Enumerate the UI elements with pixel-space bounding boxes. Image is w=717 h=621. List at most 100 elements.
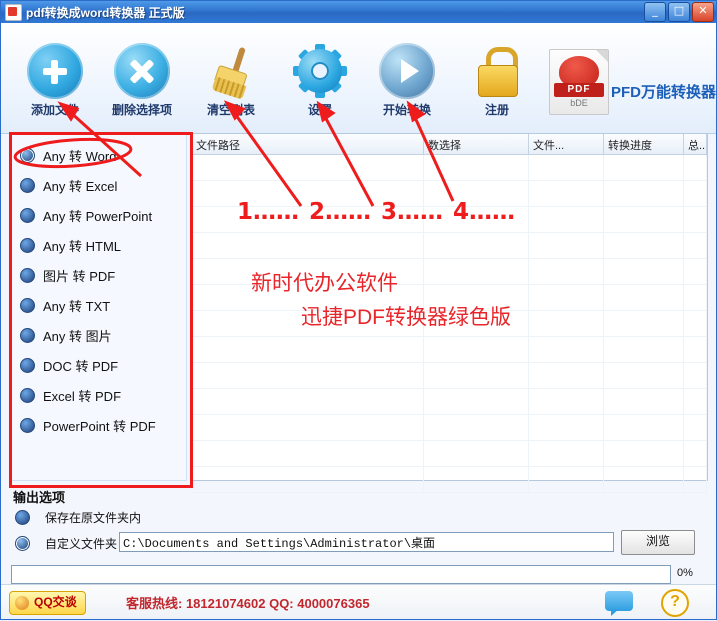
application-window: pdf转换成word转换器 正式版 _ □ ✕ 添加文件 删除选择项 清空列表 [0,0,717,620]
toolbar-button-clear-list[interactable]: 清空列表 [183,43,279,118]
format-option-any-to-powerpoint[interactable]: Any 转 PowerPoint [20,200,186,230]
output-path-input[interactable] [119,532,614,552]
table-row[interactable] [192,337,707,363]
help-icon[interactable]: ? [661,589,689,617]
add-circle-icon [27,43,83,99]
file-list[interactable]: 文件路径 数选择 文件... 转换进度 总... [191,133,708,493]
radio-icon[interactable] [20,267,35,283]
radio-icon[interactable] [20,327,35,343]
radio-icon[interactable] [20,357,35,373]
chat-icon[interactable] [605,591,633,616]
format-label: DOC 转 PDF [43,358,119,374]
main-area: Any 转 Word Any 转 Excel Any 转 PowerPoint … [1,133,716,493]
format-label: Any 转 Word [43,148,117,164]
radio-icon[interactable] [20,297,35,313]
column-header-progress[interactable]: 转换进度 [604,134,684,154]
toolbar-label-start-convert: 开始转换 [382,103,431,117]
table-row[interactable] [192,311,707,337]
table-row[interactable] [192,285,707,311]
format-option-any-to-html[interactable]: Any 转 HTML [20,230,186,260]
output-options: 输出选项 保存在原文件夹内 自定义文件夹 浏览 0% [1,485,716,585]
app-icon [5,3,22,21]
column-header-file-size[interactable]: 文件... [529,134,604,154]
table-row[interactable] [192,155,707,181]
window-controls: _ □ ✕ [644,2,714,22]
title-bar: pdf转换成word转换器 正式版 _ □ ✕ [1,1,716,23]
format-label: 图片 转 PDF [43,268,116,284]
file-list-header: 文件路径 数选择 文件... 转换进度 总... [192,134,707,155]
toolbar-button-register[interactable]: 注册 [449,43,545,118]
format-option-any-to-txt[interactable]: Any 转 TXT [20,290,186,320]
toolbar-button-delete-selected[interactable]: 删除选择项 [94,43,190,118]
radio-icon[interactable] [15,510,30,525]
radio-icon[interactable] [20,237,35,253]
pdf-logo-icon: PDF bDE [549,49,609,115]
toolbar-label-clear-list: 清空列表 [206,103,255,117]
table-row[interactable] [192,259,707,285]
status-bar: QQ交谈 客服热线: 18121074602 QQ: 4000076365 ? [1,584,716,619]
column-header-file-path[interactable]: 文件路径 [192,134,424,154]
format-label: Any 转 图片 [43,328,112,344]
brand-text: PFD万能转换器 [611,84,717,101]
broom-icon [203,43,259,100]
format-option-doc-to-pdf[interactable]: DOC 转 PDF [20,350,186,380]
table-row[interactable] [192,207,707,233]
table-row[interactable] [192,363,707,389]
radio-icon[interactable] [15,536,30,551]
radio-icon[interactable] [20,417,35,433]
hotline-text: 客服热线: 18121074602 QQ: 4000076365 [126,596,370,611]
gear-icon [292,43,348,99]
format-option-image-to-pdf[interactable]: 图片 转 PDF [20,260,186,290]
format-label: Excel 转 PDF [43,388,122,404]
radio-icon[interactable] [20,207,35,223]
format-option-any-to-image[interactable]: Any 转 图片 [20,320,186,350]
table-row[interactable] [192,181,707,207]
output-option-custom-folder-label: 自定义文件夹 [45,537,118,551]
delete-circle-icon [114,43,170,99]
progress-percent-label: 0% [677,567,693,579]
radio-icon[interactable] [20,177,35,193]
minimize-button[interactable]: _ [644,2,666,22]
toolbar-label-register: 注册 [484,103,509,117]
radio-icon[interactable] [20,387,35,403]
format-list: Any 转 Word Any 转 Excel Any 转 PowerPoint … [9,133,187,481]
output-option-same-folder-label: 保存在原文件夹内 [45,511,142,525]
table-row[interactable] [192,233,707,259]
radio-icon[interactable] [20,147,35,163]
output-option-same-folder[interactable]: 保存在原文件夹内 [15,509,141,526]
format-label: Any 转 Excel [43,178,118,194]
pdf-logo-badge: PDF [554,83,604,97]
toolbar-button-add-file[interactable]: 添加文件 [7,43,103,118]
output-options-title: 输出选项 [13,490,66,505]
table-row[interactable] [192,415,707,441]
format-option-any-to-word[interactable]: Any 转 Word [20,140,186,170]
toolbar: 添加文件 删除选择项 清空列表 设置 开始转换 注册 PDF bDE PFD万能… [1,23,716,134]
format-label: Any 转 TXT [43,298,111,314]
format-option-powerpoint-to-pdf[interactable]: PowerPoint 转 PDF [20,410,186,440]
toolbar-label-add-file: 添加文件 [30,103,79,117]
output-option-custom-folder[interactable]: 自定义文件夹 [15,535,117,552]
toolbar-button-start-convert[interactable]: 开始转换 [359,43,455,118]
format-label: Any 转 HTML [43,238,122,254]
format-option-excel-to-pdf[interactable]: Excel 转 PDF [20,380,186,410]
toolbar-button-settings[interactable]: 设置 [272,43,368,118]
table-row[interactable] [192,441,707,467]
maximize-button[interactable]: □ [668,2,690,22]
toolbar-label-settings: 设置 [307,103,332,117]
format-label: PowerPoint 转 PDF [43,418,156,434]
close-button[interactable]: ✕ [692,2,714,22]
qq-chat-button[interactable]: QQ交谈 [9,591,86,615]
browse-button[interactable]: 浏览 [621,530,695,555]
pdf-logo-sub: bDE [570,98,588,108]
play-icon [379,43,435,99]
toolbar-label-delete-selected: 删除选择项 [111,103,172,117]
column-header-total[interactable]: 总... [684,134,707,154]
progress-bar [11,565,671,584]
lock-icon [469,43,525,99]
format-label: Any 转 PowerPoint [43,208,153,224]
format-option-any-to-excel[interactable]: Any 转 Excel [20,170,186,200]
window-title: pdf转换成word转换器 正式版 [26,5,185,20]
table-row[interactable] [192,389,707,415]
file-list-rows[interactable] [192,155,707,493]
column-header-page-select[interactable]: 数选择 [424,134,529,154]
